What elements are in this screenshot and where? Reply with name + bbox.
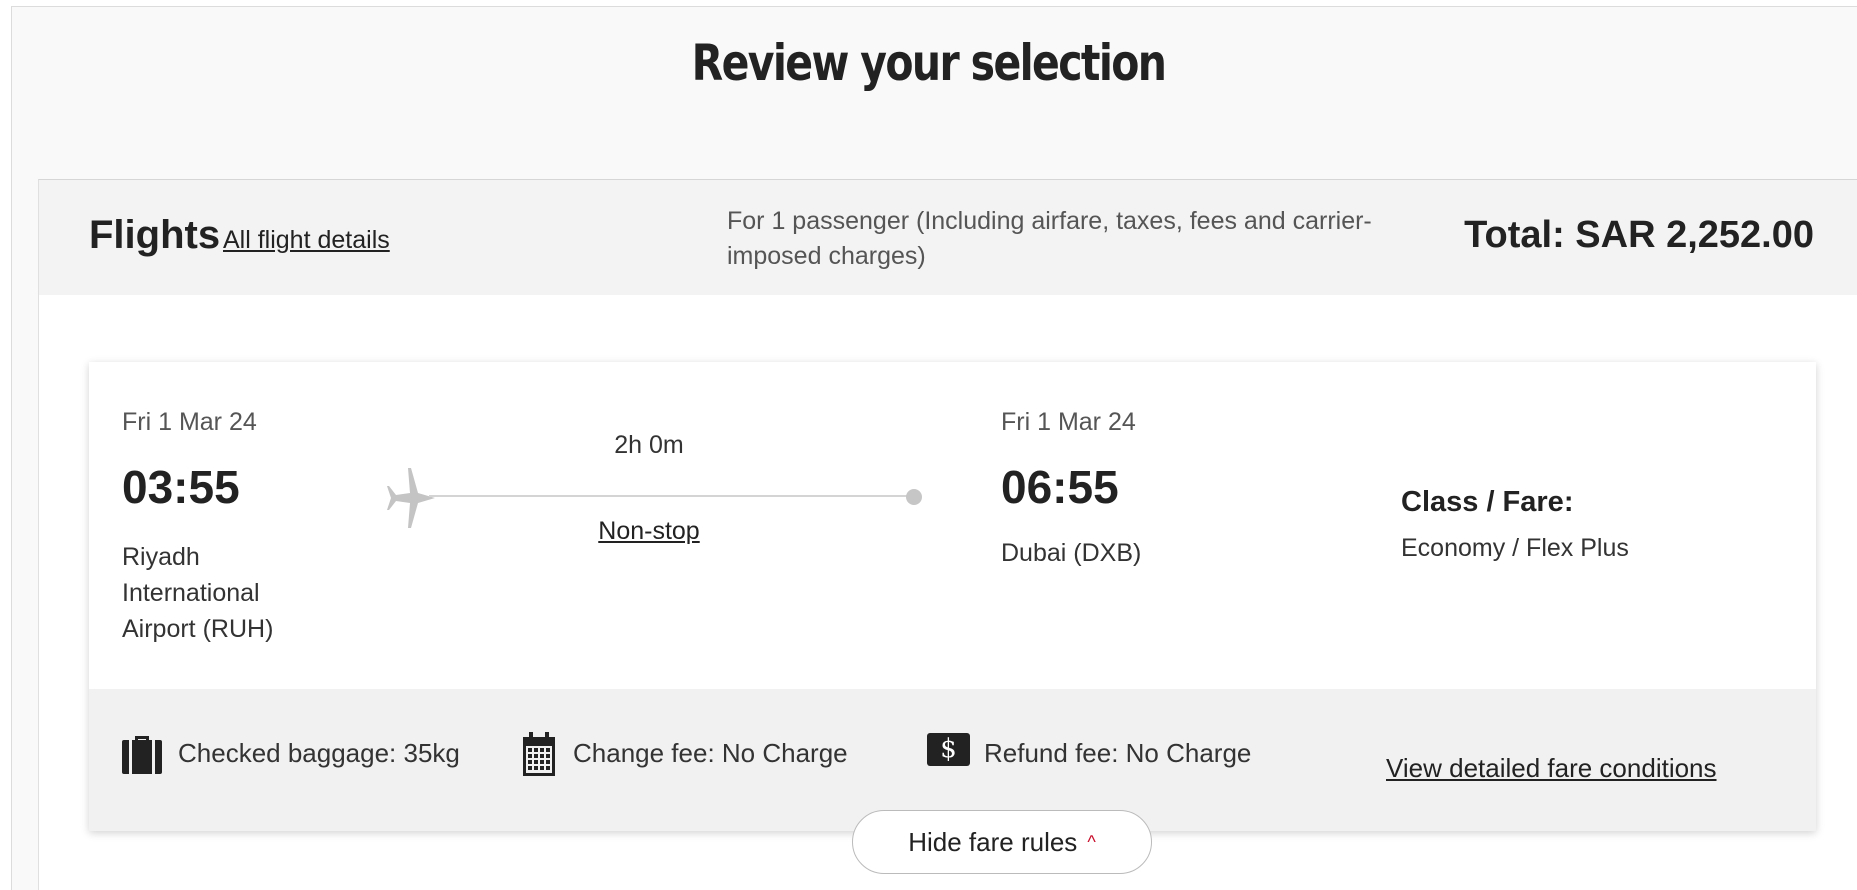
flight-summary: Fri 1 Mar 24 03:55 Riyadh International …: [89, 362, 1816, 689]
page-title: Review your selection: [691, 34, 1167, 92]
checked-baggage-text: Checked baggage: 35kg: [178, 738, 460, 768]
change-fee-text: Change fee: No Charge: [573, 738, 848, 768]
class-fare-label: Class / Fare:: [1401, 486, 1574, 518]
baggage-icon: [122, 736, 162, 774]
flights-header: Flights All flight details For 1 passeng…: [39, 180, 1857, 295]
departure-date: Fri 1 Mar 24: [122, 408, 257, 436]
hide-fare-rules-button[interactable]: Hide fare rules ^: [852, 810, 1152, 874]
refund-fee-text: Refund fee: No Charge: [984, 738, 1252, 768]
flights-panel: Flights All flight details For 1 passeng…: [38, 179, 1857, 890]
class-fare-value: Economy / Flex Plus: [1401, 534, 1629, 562]
arrival-time: 06:55: [1001, 461, 1119, 513]
flight-card: Fri 1 Mar 24 03:55 Riyadh International …: [89, 362, 1816, 874]
arrival-date: Fri 1 Mar 24: [1001, 408, 1136, 436]
route-end-dot: [906, 489, 922, 505]
calendar-icon: [523, 732, 555, 776]
passenger-note: For 1 passenger (Including airfare, taxe…: [727, 207, 1372, 270]
all-flight-details-link[interactable]: All flight details: [223, 226, 390, 255]
non-stop-link[interactable]: Non-stop: [569, 517, 729, 546]
route-line: [429, 495, 916, 497]
chevron-up-icon: ^: [1087, 832, 1096, 852]
arrival-airport: Dubai (DXB): [1001, 539, 1142, 567]
flight-duration: 2h 0m: [614, 431, 684, 459]
departure-airport: Riyadh International Airport (RUH): [122, 543, 274, 643]
view-fare-conditions-link[interactable]: View detailed fare conditions: [1386, 753, 1717, 784]
total-price: Total: SAR 2,252.00: [1464, 214, 1814, 256]
hide-fare-rules-label: Hide fare rules: [908, 826, 1078, 857]
departure-time: 03:55: [122, 461, 240, 513]
flights-title: Flights: [89, 213, 221, 257]
plane-icon: [387, 468, 435, 528]
dollar-icon: $: [927, 733, 970, 766]
